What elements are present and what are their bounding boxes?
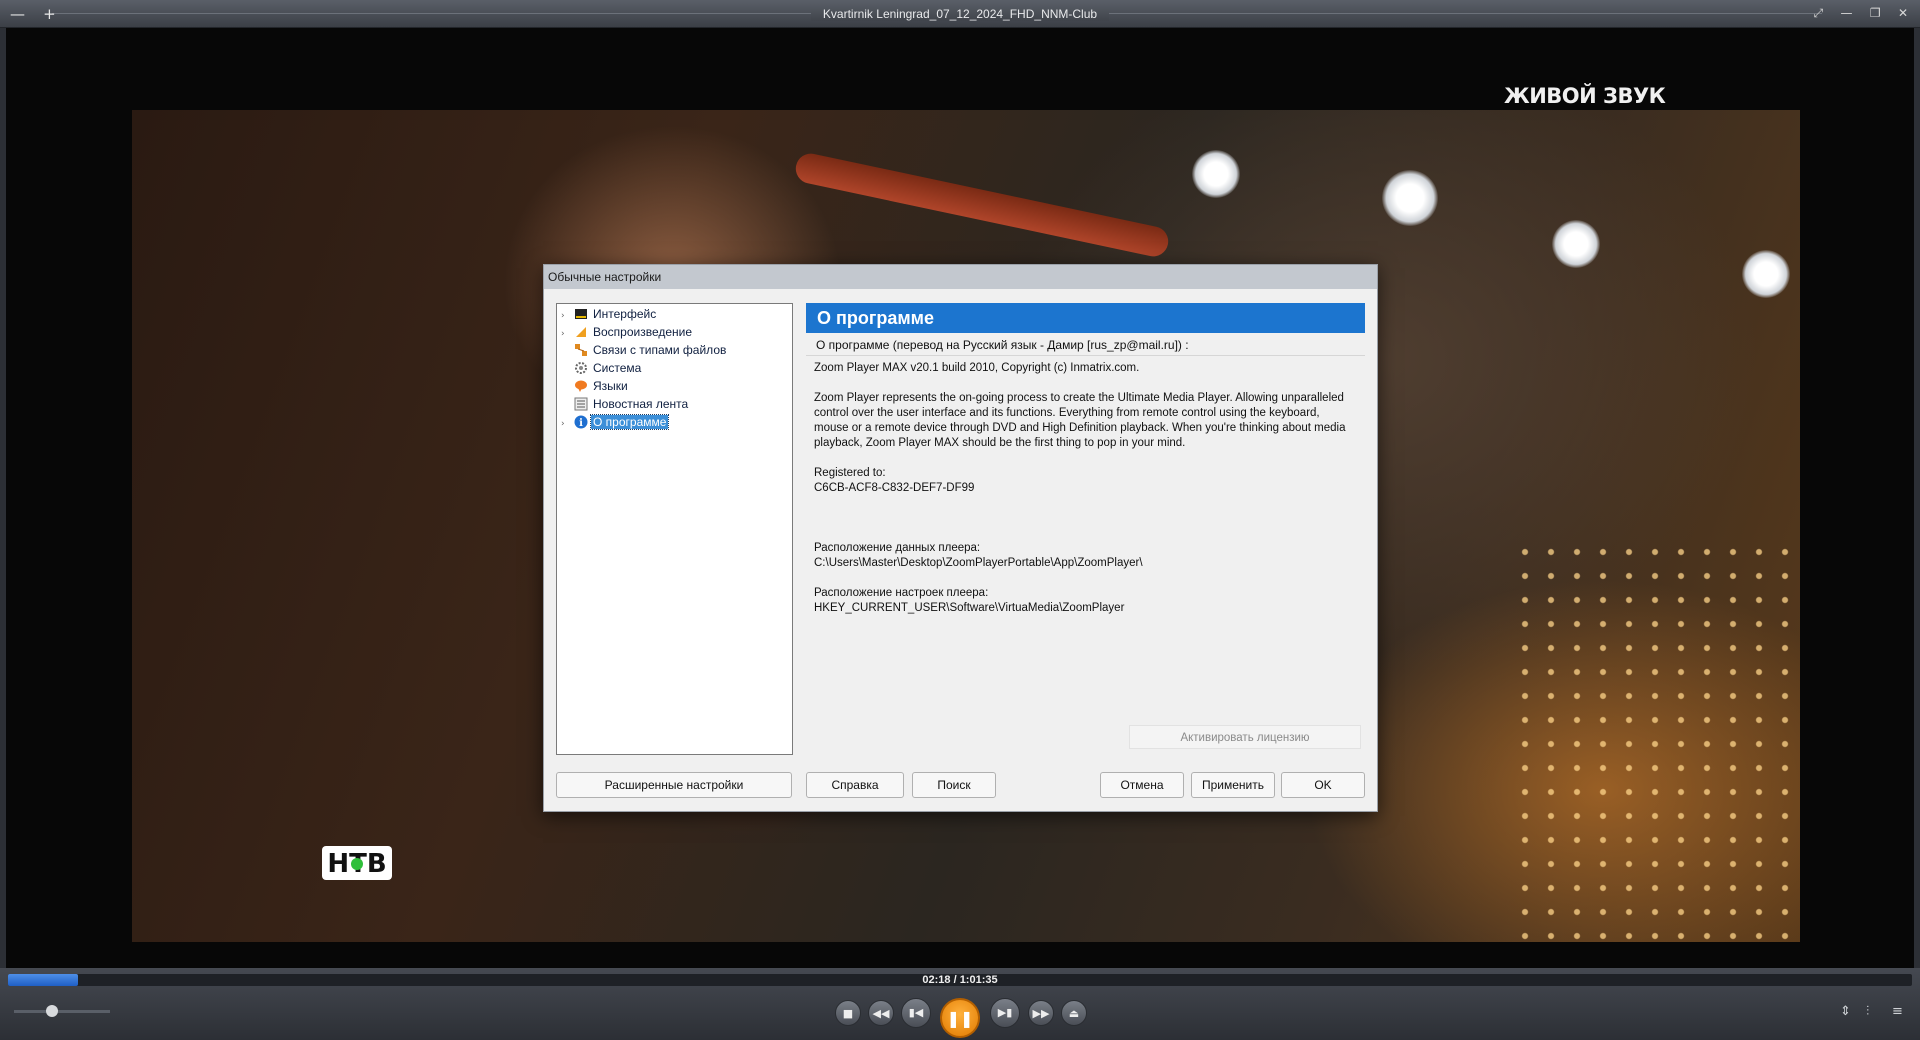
- window-title-wrap: Kvartirnik Leningrad_07_12_2024_FHD_NNM-…: [0, 0, 1920, 28]
- equalizer-icon[interactable]: ⫶: [1866, 1004, 1869, 1019]
- previous-icon[interactable]: ▮◀: [901, 998, 931, 1028]
- tree-item-about[interactable]: › i О программе: [561, 413, 670, 433]
- file-assoc-icon: [574, 343, 588, 357]
- activate-license-button[interactable]: Активировать лицензию: [1129, 725, 1361, 749]
- version-text: Zoom Player MAX v20.1 build 2010, Copyri…: [814, 362, 1140, 374]
- next-icon[interactable]: ▶▮: [990, 998, 1020, 1028]
- tree-item-label: Связи с типами файлов: [593, 343, 727, 357]
- settings-tree: › Интерфейс › Воспроизведение Связи с типа…: [556, 303, 793, 755]
- translation-credit: О программе (перевод на Русский язык - Д…: [816, 338, 1189, 352]
- playback-icon: [574, 325, 588, 339]
- tree-item-file-associations[interactable]: Связи с типами файлов: [561, 341, 728, 359]
- about-info: Zoom Player MAX v20.1 build 2010, Copyri…: [806, 355, 1365, 755]
- tree-item-news-feed[interactable]: Новостная лента: [561, 395, 690, 413]
- playlist-resize-icon[interactable]: ⇕: [1840, 1004, 1851, 1019]
- live-sound-watermark: ЖИВОЙ ЗВУК: [1504, 84, 1666, 108]
- tree-item-label: О программе: [589, 414, 670, 430]
- minimize-icon[interactable]: —: [1840, 6, 1852, 20]
- settings-location-label: Расположение настроек плеера:: [814, 587, 989, 599]
- data-location-label: Расположение данных плеера:: [814, 542, 981, 554]
- gear-icon: [574, 361, 588, 375]
- tree-item-label: Языки: [593, 379, 628, 393]
- cancel-button[interactable]: Отмена: [1100, 772, 1184, 798]
- tree-item-label: Новостная лента: [593, 397, 689, 411]
- help-button[interactable]: Справка: [806, 772, 904, 798]
- time-display: 02:18 / 1:01:35: [922, 974, 998, 986]
- video-trombone-shape: [793, 150, 1171, 260]
- tree-item-system[interactable]: Система: [561, 359, 643, 377]
- tree-item-interface[interactable]: › Интерфейс: [561, 305, 658, 323]
- bokeh-lights: [1512, 540, 1800, 940]
- restore-icon[interactable]: ❐: [1870, 6, 1881, 20]
- volume-slider[interactable]: [14, 1005, 110, 1017]
- rewind-icon[interactable]: ◀◀: [868, 1000, 894, 1026]
- dialog-title: Обычные настройки: [544, 265, 1377, 289]
- about-panel: О программе О программе (перевод на Русс…: [806, 303, 1365, 755]
- tree-item-languages[interactable]: Языки: [561, 377, 630, 395]
- fast-forward-icon[interactable]: ▶▶: [1028, 1000, 1054, 1026]
- control-bar: 02:18 / 1:01:35 ■ ◀◀ ▮◀ ❚❚ ▶▮ ▶▶ ⏏ ⇕ ⫶ ≡: [0, 968, 1920, 1040]
- tree-item-label: Система: [593, 361, 642, 375]
- stage-light: [1552, 220, 1600, 268]
- pause-icon[interactable]: ❚❚: [940, 998, 980, 1038]
- tree-item-playback[interactable]: › Воспроизведение: [561, 323, 694, 341]
- search-button[interactable]: Поиск: [912, 772, 996, 798]
- volume-knob[interactable]: [46, 1005, 59, 1017]
- tree-item-label: Воспроизведение: [593, 325, 693, 339]
- settings-location-path: HKEY_CURRENT_USER\Software\VirtuaMedia\Z…: [814, 602, 1125, 614]
- stop-icon[interactable]: ■: [835, 1000, 861, 1026]
- svg-text:i: i: [579, 418, 583, 429]
- title-bar: Kvartirnik Leningrad_07_12_2024_FHD_NNM-…: [0, 0, 1920, 28]
- interface-icon: [574, 307, 588, 321]
- expand-arrow-icon[interactable]: ›: [561, 415, 571, 433]
- language-icon: [574, 379, 588, 393]
- ntv-logo: НТВ: [319, 836, 395, 886]
- apply-button[interactable]: Применить: [1191, 772, 1275, 798]
- window-controls: ⤢ — ❐ ✕: [1800, 6, 1908, 21]
- menu-icon[interactable]: ≡: [1892, 1004, 1903, 1019]
- stage-light: [1742, 250, 1790, 298]
- close-icon[interactable]: ✕: [1898, 6, 1908, 20]
- settings-dialog: Обычные настройки › Интерфейс › Воспроизве…: [543, 264, 1378, 812]
- title-left-icons: — +: [10, 5, 70, 23]
- ok-button[interactable]: OK: [1281, 772, 1365, 798]
- tree-item-label: Интерфейс: [593, 307, 657, 321]
- fullscreen-icon[interactable]: ⤢: [1814, 6, 1824, 20]
- registered-label: Registered to:: [814, 467, 886, 479]
- minimize-bar-icon[interactable]: —: [10, 5, 25, 23]
- news-icon: [574, 397, 588, 411]
- registration-key: C6CB-ACF8-C832-DEF7-DF99: [814, 482, 975, 494]
- panel-header: О программе: [806, 303, 1365, 333]
- description-text: Zoom Player represents the on-going proc…: [814, 392, 1346, 449]
- stage-light: [1192, 150, 1240, 198]
- open-icon[interactable]: ⏏: [1061, 1000, 1087, 1026]
- stage-light: [1382, 170, 1438, 226]
- advanced-settings-button[interactable]: Расширенные настройки: [556, 772, 792, 798]
- info-icon: i: [574, 415, 588, 429]
- window-title: Kvartirnik Leningrad_07_12_2024_FHD_NNM-…: [810, 7, 1110, 21]
- plus-icon[interactable]: +: [43, 5, 56, 23]
- data-location-path: C:\Users\Master\Desktop\ZoomPlayerPortab…: [814, 557, 1143, 569]
